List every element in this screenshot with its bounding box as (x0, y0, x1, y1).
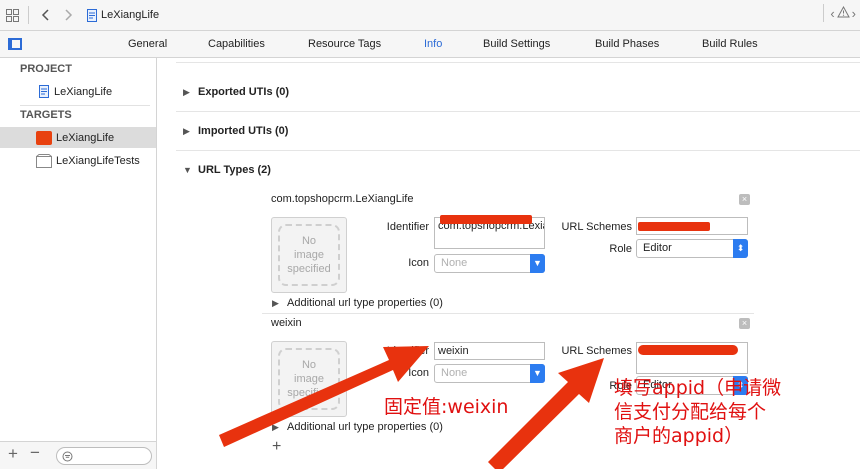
chevron-right-icon[interactable]: › (852, 6, 856, 21)
tab-build-phases[interactable]: Build Phases (595, 38, 659, 50)
targets-section-header: TARGETS (20, 109, 72, 121)
tab-resource-tags[interactable]: Resource Tags (308, 38, 381, 50)
project-file-icon (39, 85, 49, 98)
sidebar-item-label: LeXiangLife (54, 85, 113, 98)
project-file-icon (87, 8, 97, 22)
file-title: LeXiangLife (101, 9, 160, 21)
remove-icon[interactable]: − (30, 443, 40, 463)
sidebar-footer: + − (0, 441, 156, 469)
jump-bar[interactable]: LeXiangLife (87, 8, 160, 22)
chevron-left-icon[interactable]: ‹ (830, 6, 834, 21)
forward-icon[interactable] (57, 3, 81, 27)
test-bundle-icon (36, 153, 52, 168)
sidebar-item-target-tests[interactable]: LeXiangLifeTests (0, 150, 156, 171)
project-section-header: PROJECT (20, 63, 72, 75)
annotation-fill-appid: 填写appid（申请微 信支付分配给每个 商户的appid） (614, 377, 782, 447)
sidebar-item-label: LeXiangLife (56, 131, 115, 144)
editor-tab-bar: General Capabilities Resource Tags Info … (0, 31, 860, 58)
toolbar: LeXiangLife ‹ › (0, 0, 860, 31)
tab-general[interactable]: General (128, 38, 167, 50)
project-navigator: PROJECT LeXiangLife TARGETS LeXiangLife … (0, 58, 157, 469)
sidebar-item-project[interactable]: LeXiangLife (0, 81, 156, 102)
toolbar-divider (28, 6, 29, 24)
tab-info[interactable]: Info (424, 38, 442, 50)
annotation-fixed-value: 固定值:weixin (384, 396, 509, 418)
filter-icon (62, 451, 73, 462)
toolbar-divider (823, 4, 825, 22)
issue-navigator: ‹ › (819, 4, 856, 22)
info-editor: ▶ Exported UTIs (0) ▶ Imported UTIs (0) … (157, 58, 860, 469)
sidebar-item-target-app[interactable]: LeXiangLife (0, 127, 156, 148)
app-target-icon (36, 130, 52, 145)
add-icon[interactable]: + (8, 444, 18, 464)
tab-build-settings[interactable]: Build Settings (483, 38, 550, 50)
tab-capabilities[interactable]: Capabilities (208, 38, 265, 50)
filter-field[interactable] (56, 447, 152, 465)
sidebar-divider (20, 105, 150, 106)
sidebar-item-label: LeXiangLifeTests (56, 154, 140, 167)
warning-icon[interactable] (836, 5, 850, 21)
grid-icon[interactable] (0, 3, 24, 27)
back-icon[interactable] (33, 3, 57, 27)
sidebar-toggle-icon[interactable] (8, 38, 22, 50)
tab-build-rules[interactable]: Build Rules (702, 38, 758, 50)
